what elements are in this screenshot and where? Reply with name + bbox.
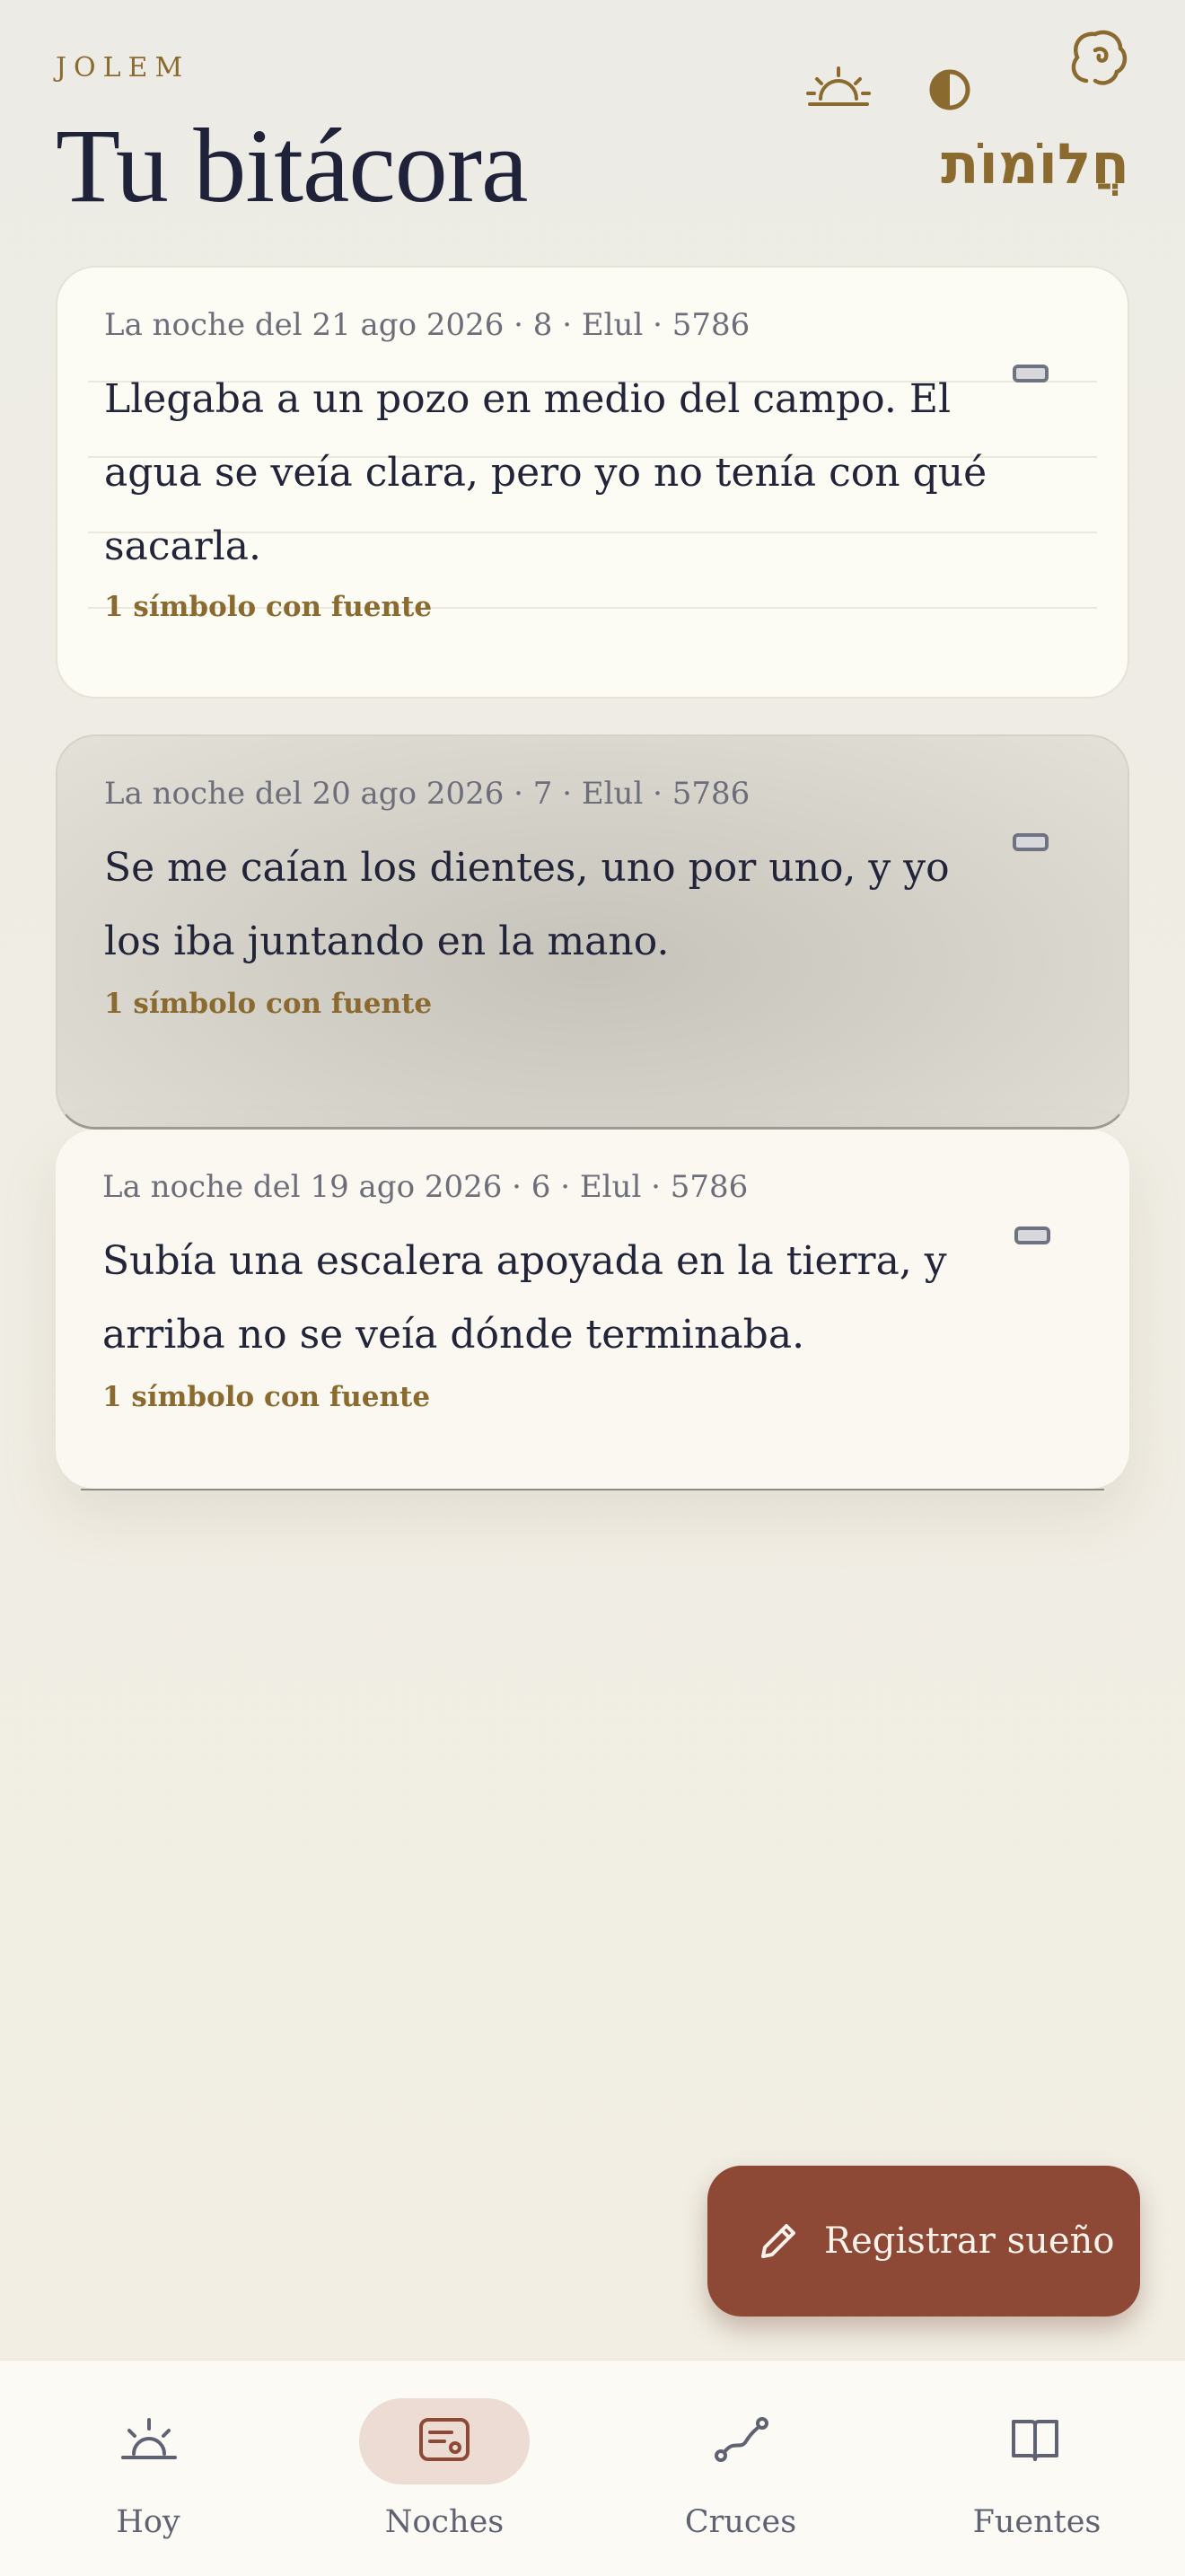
tag-icon[interactable]	[1013, 833, 1049, 851]
card-date: La noche del 19 ago 2026 · 6 · Elul · 57…	[102, 1169, 749, 1205]
half-moon-icon[interactable]	[926, 66, 973, 113]
nav-label: Hoy	[116, 2504, 180, 2540]
nav-item-fuentes[interactable]: Fuentes	[889, 2361, 1185, 2576]
dream-cloud-icon[interactable]	[1068, 27, 1129, 92]
header-actions	[806, 30, 1129, 120]
nav-item-cruces[interactable]: Cruces	[592, 2361, 889, 2576]
sunrise-icon	[121, 2418, 177, 2459]
app-label: JOLEM	[56, 52, 190, 84]
hebrew-title: חֲלוֹמוֹת	[941, 131, 1129, 197]
sunrise-icon[interactable]	[806, 63, 871, 113]
header: JOLEM Tu bitácora חֲלוֹמוֹת	[56, 30, 1129, 232]
dream-card[interactable]: La noche del 21 ago 2026 · 8 · Elul · 57…	[56, 266, 1129, 699]
nav-label: Noches	[384, 2504, 505, 2540]
card-text: Subía una escalera apoyada en la tierra,…	[102, 1238, 947, 1358]
nav-item-noches[interactable]: Noches	[296, 2361, 592, 2576]
card-date: La noche del 20 ago 2026 · 7 · Elul · 57…	[104, 776, 750, 812]
nav-item-hoy[interactable]: Hoy	[0, 2361, 296, 2576]
dream-card[interactable]: La noche del 19 ago 2026 · 6 · Elul · 57…	[56, 1130, 1129, 1490]
tag-icon[interactable]	[1013, 365, 1049, 382]
card-text: Se me caían los dientes, uno por uno, y …	[104, 845, 950, 964]
page-title: Tu bitácora	[56, 107, 528, 224]
journal-card-icon	[419, 2418, 470, 2461]
bottom-nav: Hoy Noches Cruces Fuentes	[0, 2360, 1185, 2576]
card-symbol-count[interactable]: 1 símbolo con fuente	[104, 988, 1081, 1020]
card-symbol-count[interactable]: 1 símbolo con fuente	[104, 591, 1081, 623]
card-symbol-count[interactable]: 1 símbolo con fuente	[102, 1381, 1083, 1413]
register-dream-label: Registrar sueño	[824, 2220, 1115, 2262]
card-text: Llegaba a un pozo en medio del campo. El…	[104, 376, 988, 569]
crossing-path-icon	[715, 2417, 768, 2462]
nav-label: Fuentes	[972, 2504, 1102, 2540]
card-date: La noche del 21 ago 2026 · 8 · Elul · 57…	[104, 307, 750, 343]
dream-card[interactable]: La noche del 20 ago 2026 · 7 · Elul · 57…	[56, 734, 1129, 1130]
tag-icon[interactable]	[1014, 1226, 1050, 1244]
pencil-icon	[761, 2224, 795, 2258]
nav-label: Cruces	[684, 2504, 797, 2540]
register-dream-button[interactable]: Registrar sueño	[707, 2166, 1140, 2317]
open-book-icon	[1012, 2420, 1058, 2461]
